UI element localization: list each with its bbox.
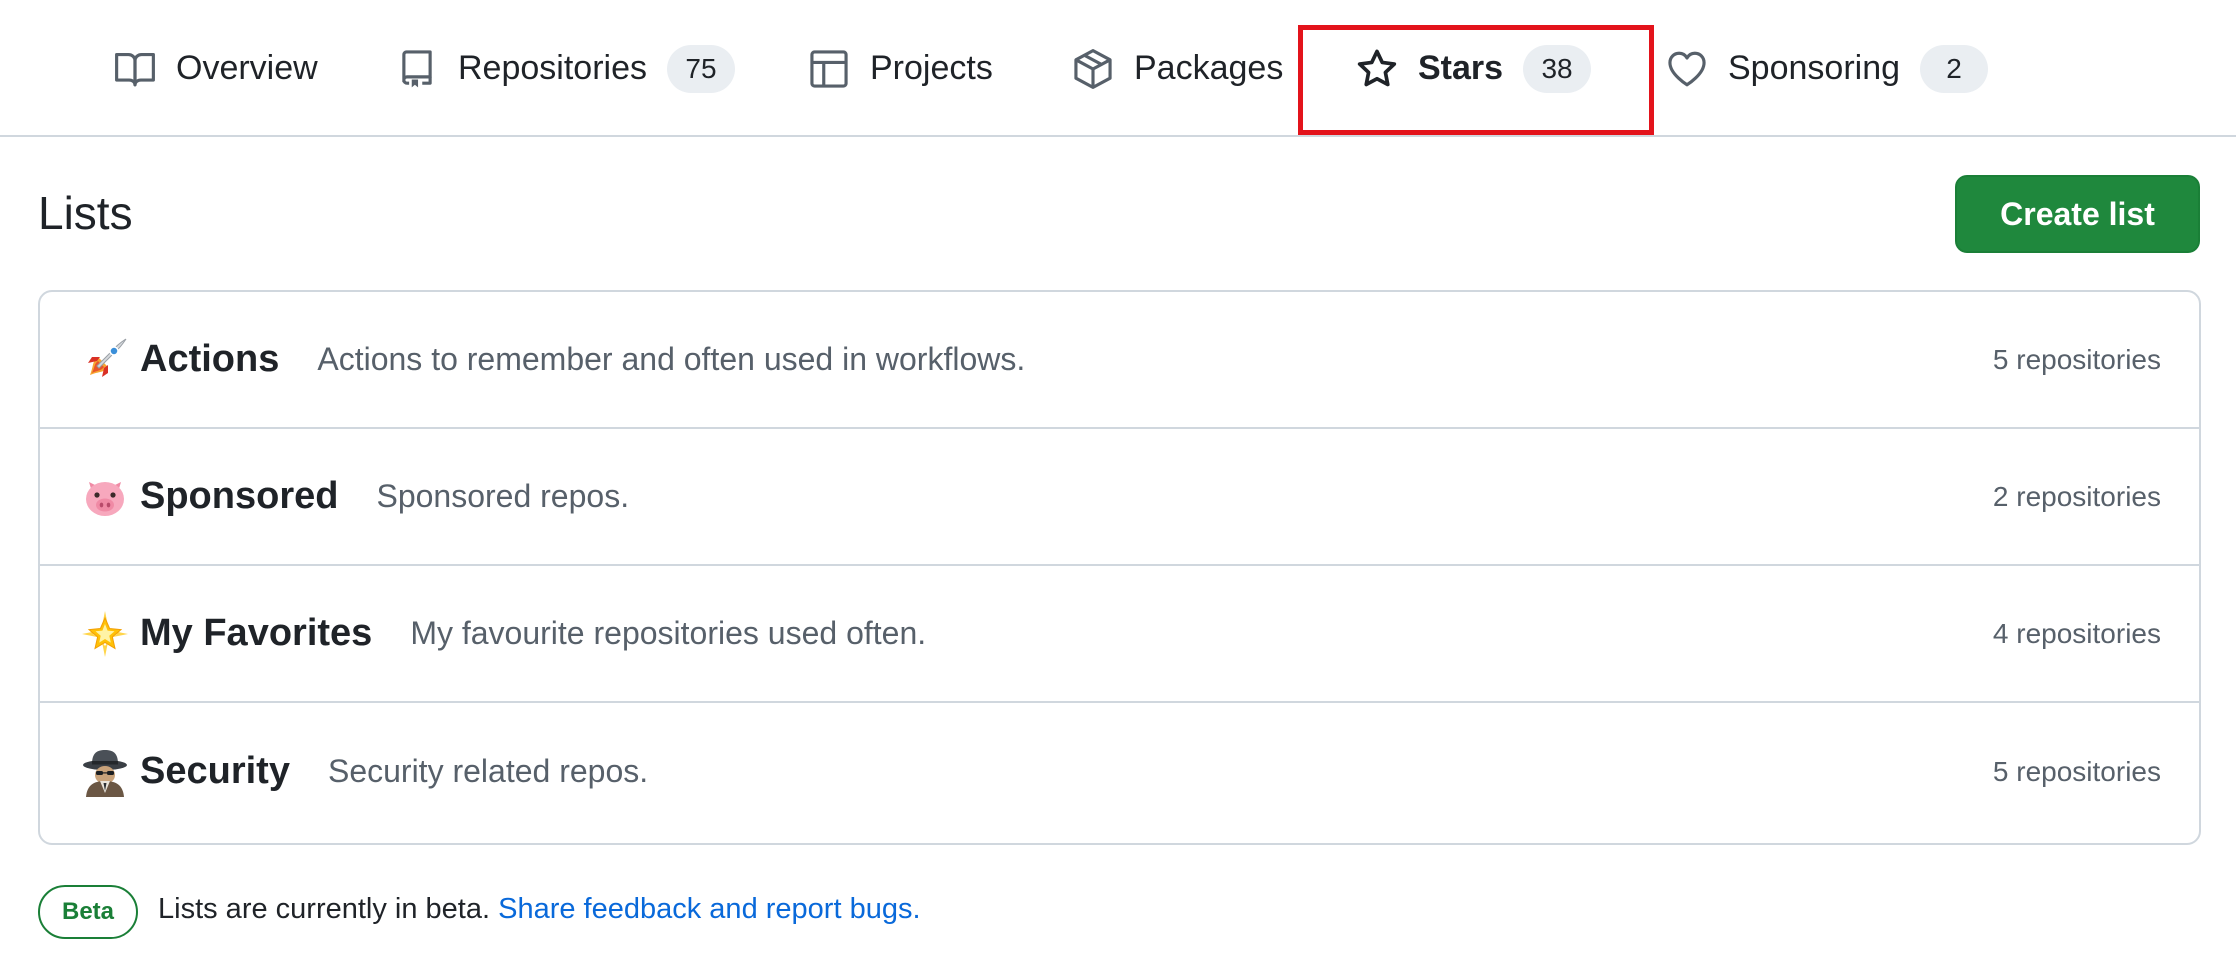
page-title: Lists — [38, 187, 133, 239]
glowing-star-emoji-icon — [80, 609, 130, 659]
spy-emoji-icon — [80, 747, 130, 797]
tab-repositories[interactable]: Repositories 75 — [396, 0, 735, 137]
list-name: My Favorites — [140, 612, 373, 654]
list-name: Sponsored — [140, 475, 339, 517]
stars-tab-highlight — [1298, 25, 1654, 135]
list-repo-count: 4 repositories — [1992, 617, 2161, 649]
list-name: Actions — [140, 338, 280, 380]
pig-face-emoji-icon — [80, 472, 130, 522]
list-repo-count: 5 repositories — [1992, 755, 2161, 787]
tab-label: Repositories — [458, 49, 647, 87]
list-item-sponsored[interactable]: Sponsored Sponsored repos. 2 repositorie… — [40, 429, 2199, 566]
tab-sponsoring[interactable]: Sponsoring 2 — [1666, 0, 1989, 137]
list-repo-count: 5 repositories — [1992, 343, 2161, 375]
star-lists: Actions Actions to remember and often us… — [38, 290, 2201, 845]
list-item-actions[interactable]: Actions Actions to remember and often us… — [40, 292, 2199, 429]
table-icon — [808, 48, 850, 90]
repo-icon — [396, 48, 438, 90]
tab-label: Projects — [870, 49, 993, 87]
repositories-count-badge: 75 — [666, 44, 735, 93]
create-list-button[interactable]: Create list — [1955, 175, 2200, 253]
tab-packages[interactable]: Packages — [1072, 0, 1283, 137]
beta-notice: Lists are currently in beta. Share feedb… — [158, 893, 921, 926]
tab-label: Packages — [1134, 49, 1284, 87]
list-name: Security — [140, 750, 290, 792]
tab-label: Overview — [176, 49, 318, 87]
feedback-link[interactable]: Share feedback and report bugs. — [498, 893, 920, 925]
beta-badge: Beta — [38, 885, 138, 939]
tab-label: Sponsoring — [1728, 49, 1901, 87]
list-description: Actions to remember and often used in wo… — [317, 341, 1026, 377]
package-icon — [1072, 48, 1114, 90]
profile-tab-nav: Overview Repositories 75 Projects Packag… — [0, 0, 2236, 137]
beta-notice-text: Lists are currently in beta. — [158, 893, 491, 925]
list-item-my-favorites[interactable]: My Favorites My favourite repositories u… — [40, 566, 2199, 703]
list-item-security[interactable]: Security Security related repos. 5 repos… — [40, 703, 2199, 840]
sponsoring-count-badge: 2 — [1920, 44, 1989, 93]
book-icon — [114, 48, 156, 90]
list-description: Sponsored repos. — [376, 478, 630, 514]
list-description: Security related repos. — [327, 753, 649, 789]
list-description: My favourite repositories used often. — [410, 615, 927, 651]
list-repo-count: 2 repositories — [1992, 480, 2161, 512]
tab-overview[interactable]: Overview — [114, 0, 318, 137]
rocket-emoji-icon — [80, 335, 130, 385]
heart-icon — [1666, 48, 1708, 90]
tab-projects[interactable]: Projects — [808, 0, 993, 137]
